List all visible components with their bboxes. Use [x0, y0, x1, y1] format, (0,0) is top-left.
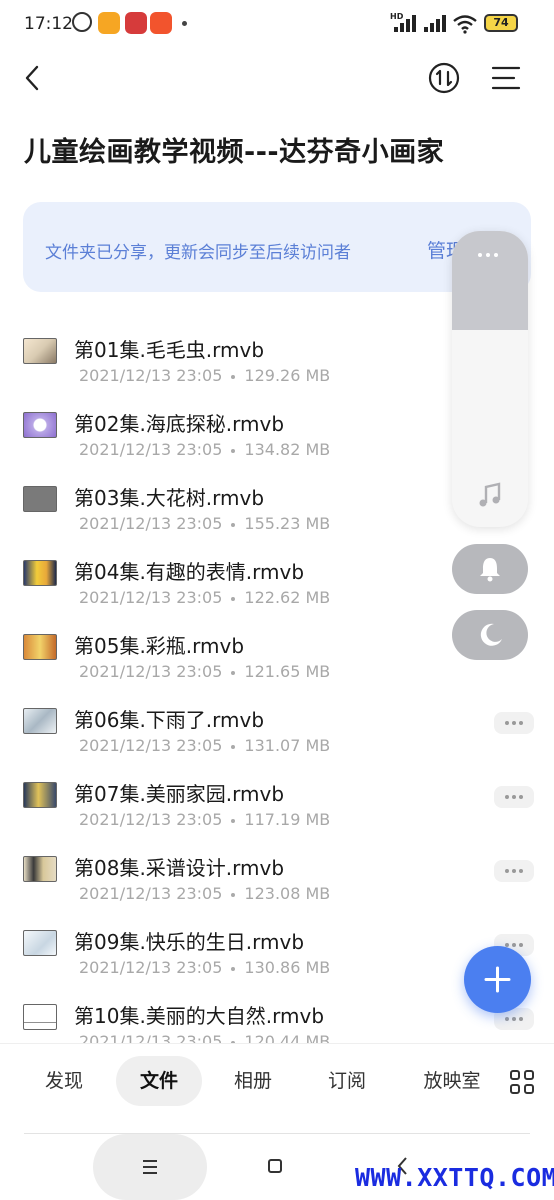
- file-size: 129.26 MB: [244, 366, 331, 385]
- file-size: 123.08 MB: [244, 884, 331, 903]
- video-thumbnail: [23, 856, 57, 882]
- file-name: 第06集.下雨了.rmvb: [74, 708, 265, 732]
- status-bar: 17:12 HD 74: [0, 0, 554, 48]
- tab-theater[interactable]: 放映室: [408, 1056, 496, 1106]
- video-thumbnail: [23, 412, 57, 438]
- file-date: 2021/12/13 23:05: [79, 662, 223, 681]
- file-meta: 2021/12/13 23:05 131.07 MB: [79, 736, 330, 755]
- back-button[interactable]: [18, 62, 50, 94]
- video-thumbnail: [23, 560, 57, 586]
- file-meta: 2021/12/13 23:05 120.44 MB: [79, 1032, 330, 1043]
- tab-subscriptions[interactable]: 订阅: [310, 1056, 384, 1106]
- battery-level: 74: [493, 16, 509, 29]
- moon-icon: [480, 623, 502, 646]
- file-meta: 2021/12/13 23:05 129.26 MB: [79, 366, 330, 385]
- signal-icon: [424, 14, 450, 32]
- music-icon[interactable]: [476, 481, 504, 509]
- alarm-icon: [72, 12, 92, 32]
- quick-control-panel[interactable]: [452, 231, 528, 527]
- file-meta: 2021/12/13 23:05 123.08 MB: [79, 884, 330, 903]
- file-date: 2021/12/13 23:05: [79, 588, 223, 607]
- dot-icon: [182, 21, 187, 26]
- list-item[interactable]: 第10集.美丽的大自然.rmvb 2021/12/13 23:05 120.44 …: [0, 1000, 554, 1043]
- more-options-button[interactable]: [494, 860, 534, 882]
- file-date: 2021/12/13 23:05: [79, 810, 223, 829]
- menu-icon[interactable]: [490, 62, 522, 94]
- video-thumbnail: [23, 708, 57, 734]
- file-name: 第03集.大花树.rmvb: [74, 486, 265, 510]
- sort-icon[interactable]: [428, 62, 460, 94]
- tab-albums[interactable]: 相册: [216, 1056, 290, 1106]
- file-size: 121.65 MB: [244, 662, 331, 681]
- file-date: 2021/12/13 23:05: [79, 1032, 223, 1043]
- file-name: 第04集.有趣的表情.rmvb: [74, 560, 305, 584]
- list-item[interactable]: 第08集.采谱设计.rmvb 2021/12/13 23:05 123.08 MB: [0, 852, 554, 926]
- plus-icon: [484, 966, 511, 993]
- watermark: WWW.XXTTQ.COM: [355, 1163, 554, 1192]
- grid-icon[interactable]: [510, 1070, 536, 1096]
- file-size: 117.19 MB: [244, 810, 331, 829]
- dark-mode-toggle[interactable]: [452, 610, 528, 660]
- file-size: 120.44 MB: [244, 1032, 331, 1043]
- file-meta: 2021/12/13 23:05 121.65 MB: [79, 662, 330, 681]
- signal-icon: [394, 14, 420, 32]
- recent-apps-button[interactable]: [93, 1134, 207, 1200]
- list-item[interactable]: 第07集.美丽家园.rmvb 2021/12/13 23:05 117.19 MB: [0, 778, 554, 852]
- home-button[interactable]: [268, 1159, 282, 1173]
- video-thumbnail: [23, 338, 57, 364]
- file-name: 第05集.彩瓶.rmvb: [74, 634, 245, 658]
- status-time: 17:12: [24, 14, 73, 34]
- battery-icon: 74: [484, 14, 518, 32]
- page-title: 儿童绘画教学视频---达芬奇小画家: [24, 137, 445, 168]
- more-options-button[interactable]: [494, 712, 534, 734]
- bell-toggle[interactable]: [452, 544, 528, 594]
- file-date: 2021/12/13 23:05: [79, 884, 223, 903]
- file-name: 第02集.海底探秘.rmvb: [74, 412, 285, 436]
- add-button[interactable]: [464, 946, 531, 1013]
- wifi-icon: [453, 15, 477, 34]
- file-size: 155.23 MB: [244, 514, 331, 533]
- file-name: 第10集.美丽的大自然.rmvb: [74, 1004, 325, 1028]
- file-name: 第01集.毛毛虫.rmvb: [74, 338, 265, 362]
- file-name: 第09集.快乐的生日.rmvb: [74, 930, 305, 954]
- bell-icon: [480, 558, 500, 582]
- video-thumbnail: [23, 930, 57, 956]
- tab-discover[interactable]: 发现: [26, 1056, 102, 1106]
- video-thumbnail: [23, 1004, 57, 1030]
- file-date: 2021/12/13 23:05: [79, 736, 223, 755]
- file-meta: 2021/12/13 23:05 130.86 MB: [79, 958, 330, 977]
- file-date: 2021/12/13 23:05: [79, 514, 223, 533]
- file-size: 131.07 MB: [244, 736, 331, 755]
- file-size: 130.86 MB: [244, 958, 331, 977]
- file-size: 122.62 MB: [244, 588, 331, 607]
- file-date: 2021/12/13 23:05: [79, 366, 223, 385]
- bottom-nav: 发现 文件 相册 订阅 放映室: [0, 1043, 554, 1120]
- file-name: 第08集.采谱设计.rmvb: [74, 856, 285, 880]
- more-options-button[interactable]: [494, 786, 534, 808]
- video-thumbnail: [23, 634, 57, 660]
- list-item[interactable]: 第06集.下雨了.rmvb 2021/12/13 23:05 131.07 MB: [0, 704, 554, 778]
- file-date: 2021/12/13 23:05: [79, 958, 223, 977]
- file-meta: 2021/12/13 23:05 117.19 MB: [79, 810, 330, 829]
- file-meta: 2021/12/13 23:05 155.23 MB: [79, 514, 330, 533]
- file-meta: 2021/12/13 23:05 122.62 MB: [79, 588, 330, 607]
- video-thumbnail: [23, 486, 57, 512]
- volume-slider-fill[interactable]: [452, 231, 528, 330]
- video-thumbnail: [23, 782, 57, 808]
- app-notification-icon: [98, 12, 120, 34]
- file-name: 第07集.美丽家园.rmvb: [74, 782, 285, 806]
- tab-files[interactable]: 文件: [116, 1056, 202, 1106]
- share-banner-text: 文件夹已分享，更新会同步至后续访问者: [45, 243, 351, 263]
- file-meta: 2021/12/13 23:05 134.82 MB: [79, 440, 330, 459]
- app-notification-icon: [125, 12, 147, 34]
- file-date: 2021/12/13 23:05: [79, 440, 223, 459]
- file-size: 134.82 MB: [244, 440, 331, 459]
- app-notification-icon: [150, 12, 172, 34]
